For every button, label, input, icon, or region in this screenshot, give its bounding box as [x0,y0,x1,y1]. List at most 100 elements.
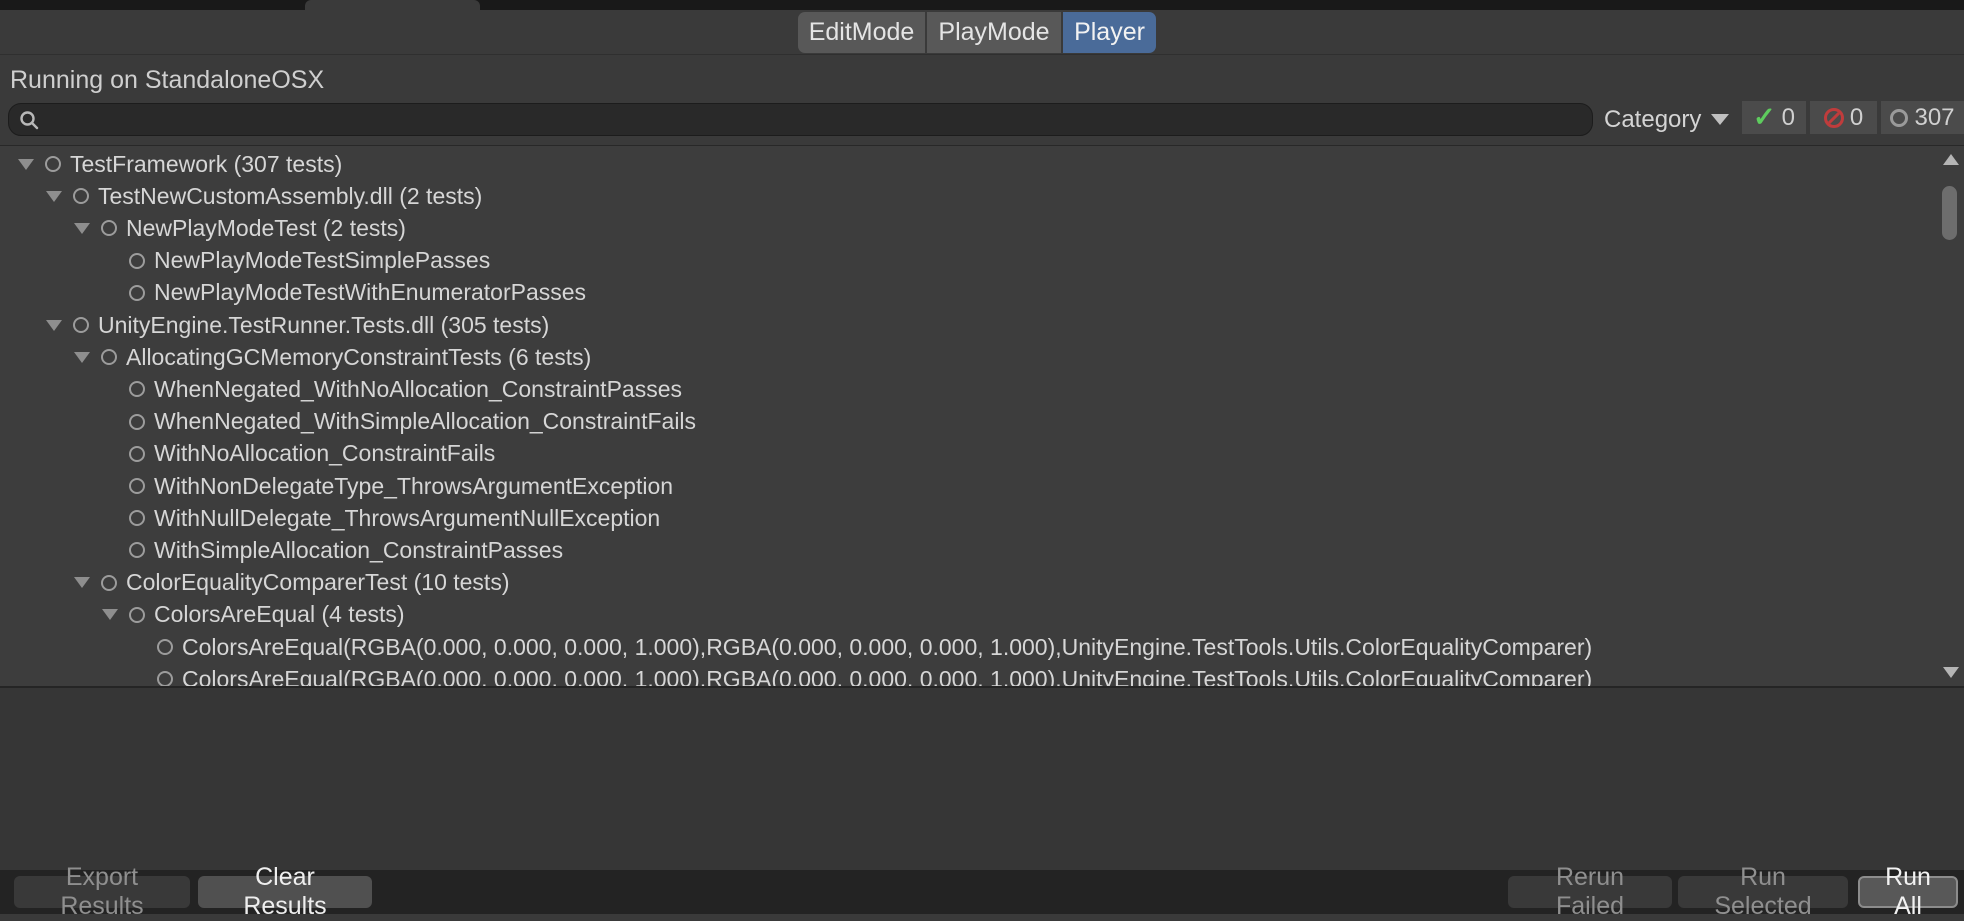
expand-triangle-icon[interactable] [102,502,129,534]
rerun-failed-button[interactable]: Rerun Failed [1508,876,1672,908]
expand-triangle-icon[interactable] [102,438,129,470]
expand-triangle-icon[interactable] [102,406,129,438]
mode-tab-group: EditMode PlayMode Player [798,12,1156,53]
tree-row[interactable]: WithNullDelegate_ThrowsArgumentNullExcep… [0,502,1938,534]
test-status-circle-icon [129,510,145,526]
tree-row[interactable]: NewPlayModeTestSimplePasses [0,245,1938,277]
tree-row[interactable]: WithNoAllocation_ConstraintFails [0,438,1938,470]
tab-playmode[interactable]: PlayMode [927,12,1061,53]
tree-row-label: WithSimpleAllocation_ConstraintPasses [154,537,563,564]
tree-row[interactable]: TestFramework (307 tests) [0,148,1938,180]
chevron-down-icon [1711,114,1729,125]
passed-count: 0 [1782,104,1795,132]
run-selected-button[interactable]: Run Selected [1678,876,1848,908]
tab-editmode[interactable]: EditMode [798,12,925,53]
tree-row-label: NewPlayModeTestWithEnumeratorPasses [154,279,586,306]
tree-row-label: ColorEqualityComparerTest (10 tests) [126,569,509,596]
expand-triangle-icon[interactable] [102,599,129,631]
category-label: Category [1604,106,1701,134]
tree-row-label: WithNonDelegateType_ThrowsArgumentExcept… [154,473,673,500]
tree-row[interactable]: WhenNegated_WithSimpleAllocation_Constra… [0,406,1938,438]
test-status-circle-icon [129,542,145,558]
tab-player[interactable]: Player [1063,12,1156,53]
test-status-circle-icon [129,446,145,462]
expand-triangle-icon[interactable] [74,567,101,599]
expand-triangle-icon[interactable] [102,534,129,566]
tree-row-label: NewPlayModeTest (2 tests) [126,215,406,242]
tree-row-label: ColorsAreEqual (4 tests) [154,601,405,628]
test-status-circle-icon [101,575,117,591]
test-status-circle-icon [129,478,145,494]
tree-row-label: WhenNegated_WithNoAllocation_ConstraintP… [154,376,682,403]
test-status-circle-icon [129,381,145,397]
tree-row-label: ColorsAreEqual(RGBA(0.000, 0.000, 0.000,… [182,634,1592,661]
test-status-circle-icon [129,607,145,623]
tree-row-label: NewPlayModeTestSimplePasses [154,247,490,274]
tree-row[interactable]: NewPlayModeTest (2 tests) [0,212,1938,244]
tree-row[interactable]: WhenNegated_WithNoAllocation_ConstraintP… [0,373,1938,405]
run-all-button[interactable]: Run All [1858,876,1958,908]
expand-triangle-icon[interactable] [102,277,129,309]
tree-row[interactable]: WithSimpleAllocation_ConstraintPasses [0,534,1938,566]
not-run-icon [1890,109,1908,127]
tree-row-label: AllocatingGCMemoryConstraintTests (6 tes… [126,344,591,371]
not-run-filter-button[interactable]: 307 [1881,101,1964,134]
tree-row-label: WithNullDelegate_ThrowsArgumentNullExcep… [154,505,660,532]
search-box[interactable] [8,103,1593,136]
scrollbar-thumb[interactable] [1942,186,1957,240]
test-status-circle-icon [129,285,145,301]
expand-triangle-icon[interactable] [46,309,73,341]
test-status-circle-icon [157,671,173,687]
tree-row[interactable]: ColorsAreEqual (4 tests) [0,599,1938,631]
test-status-circle-icon [45,156,61,172]
category-dropdown[interactable]: Category [1604,103,1729,136]
tree-row[interactable]: ColorsAreEqual(RGBA(0.000, 0.000, 0.000,… [0,663,1938,688]
tree-row[interactable]: UnityEngine.TestRunner.Tests.dll (305 te… [0,309,1938,341]
status-row: Running on StandaloneOSX [0,54,1964,103]
window-top-strip [0,0,1964,10]
tree-row-label: WithNoAllocation_ConstraintFails [154,440,495,467]
scroll-up-icon[interactable] [1943,154,1959,165]
search-input[interactable] [47,105,1582,134]
expand-triangle-icon[interactable] [74,212,101,244]
mode-toolbar: EditMode PlayMode Player [0,10,1964,54]
scroll-down-icon[interactable] [1943,667,1959,678]
tree-row[interactable]: ColorEqualityComparerTest (10 tests) [0,567,1938,599]
tree-row[interactable]: WithNonDelegateType_ThrowsArgumentExcept… [0,470,1938,502]
window-tab-notch[interactable] [305,0,480,10]
clear-results-button[interactable]: Clear Results [198,876,372,908]
tree-row[interactable]: ColorsAreEqual(RGBA(0.000, 0.000, 0.000,… [0,631,1938,663]
tree-row[interactable]: TestNewCustomAssembly.dll (2 tests) [0,180,1938,212]
expand-triangle-icon[interactable] [102,245,129,277]
footer-bar: Export ResultsClear ResultsRerun FailedR… [0,870,1964,914]
tree-row[interactable]: AllocatingGCMemoryConstraintTests (6 tes… [0,341,1938,373]
test-status-circle-icon [157,639,173,655]
expand-triangle-icon[interactable] [130,663,157,688]
vertical-scrollbar[interactable] [1940,146,1962,686]
test-status-circle-icon [129,253,145,269]
filter-row: Category ✓ 0 0 307 [0,103,1964,145]
test-status-circle-icon [129,414,145,430]
expand-triangle-icon[interactable] [102,373,129,405]
tree-row[interactable]: NewPlayModeTestWithEnumeratorPasses [0,277,1938,309]
failed-filter-button[interactable]: 0 [1810,101,1877,134]
export-results-button[interactable]: Export Results [14,876,190,908]
search-icon [19,110,39,130]
tree-row-label: ColorsAreEqual(RGBA(0.000, 0.000, 0.000,… [182,666,1592,688]
test-status-circle-icon [101,220,117,236]
test-status-circle-icon [73,188,89,204]
check-icon: ✓ [1753,104,1776,131]
test-status-circle-icon [73,317,89,333]
expand-triangle-icon[interactable] [102,470,129,502]
tree-row-label: TestNewCustomAssembly.dll (2 tests) [98,183,482,210]
expand-triangle-icon[interactable] [74,341,101,373]
test-status-circle-icon [101,349,117,365]
expand-triangle-icon[interactable] [46,180,73,212]
tree-row-label: UnityEngine.TestRunner.Tests.dll (305 te… [98,312,549,339]
test-tree-panel: TestFramework (307 tests) TestNewCustomA… [0,145,1964,688]
expand-triangle-icon[interactable] [18,148,45,180]
failed-icon [1824,108,1844,128]
passed-filter-button[interactable]: ✓ 0 [1742,101,1806,134]
expand-triangle-icon[interactable] [130,631,157,663]
detail-panel-empty [0,688,1964,870]
